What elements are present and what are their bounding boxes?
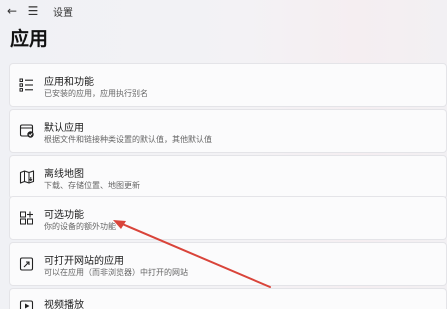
offline-map-icon: [19, 169, 35, 185]
default-apps-icon: [19, 123, 35, 139]
hamburger-menu-icon[interactable]: ☰: [25, 3, 41, 19]
apps-for-websites-icon: [19, 256, 35, 272]
optional-features-icon: [19, 210, 35, 226]
settings-item-apps-for-websites[interactable]: 可打开网站的应用 可以在应用（而非浏览器）中打开的网站: [9, 242, 447, 286]
item-title: 视频播放: [44, 300, 84, 309]
settings-item-optional-features[interactable]: 可选功能 你的设备的额外功能: [9, 196, 447, 240]
item-subtitle: 下载、存储位置、地图更新: [44, 181, 140, 190]
item-title: 应用和功能: [44, 77, 94, 88]
item-title: 离线地图: [44, 169, 84, 180]
settings-item-offline-maps[interactable]: 离线地图 下载、存储位置、地图更新: [9, 155, 447, 199]
item-title: 默认应用: [44, 123, 84, 134]
item-subtitle: 可以在应用（而非浏览器）中打开的网站: [44, 268, 188, 277]
page-title: 应用: [10, 28, 49, 50]
window-title: 设置: [53, 8, 73, 19]
item-subtitle: 已安装的应用，应用执行别名: [44, 89, 148, 98]
settings-item-video-playback[interactable]: 视频播放: [9, 288, 447, 309]
item-subtitle: 根据文件和链接种类设置的默认值，其他默认值: [44, 135, 212, 144]
settings-item-apps-features[interactable]: 应用和功能 已安装的应用，应用执行别名: [9, 63, 447, 107]
video-playback-icon: [19, 298, 35, 309]
settings-item-default-apps[interactable]: 默认应用 根据文件和链接种类设置的默认值，其他默认值: [9, 109, 447, 153]
item-title: 可打开网站的应用: [44, 256, 124, 267]
item-title: 可选功能: [44, 210, 84, 221]
item-subtitle: 你的设备的额外功能: [44, 222, 116, 231]
back-arrow-icon[interactable]: ←: [4, 3, 20, 19]
title-bar: ← ☰ 设置: [0, 0, 447, 22]
apps-list-icon: [19, 77, 35, 93]
